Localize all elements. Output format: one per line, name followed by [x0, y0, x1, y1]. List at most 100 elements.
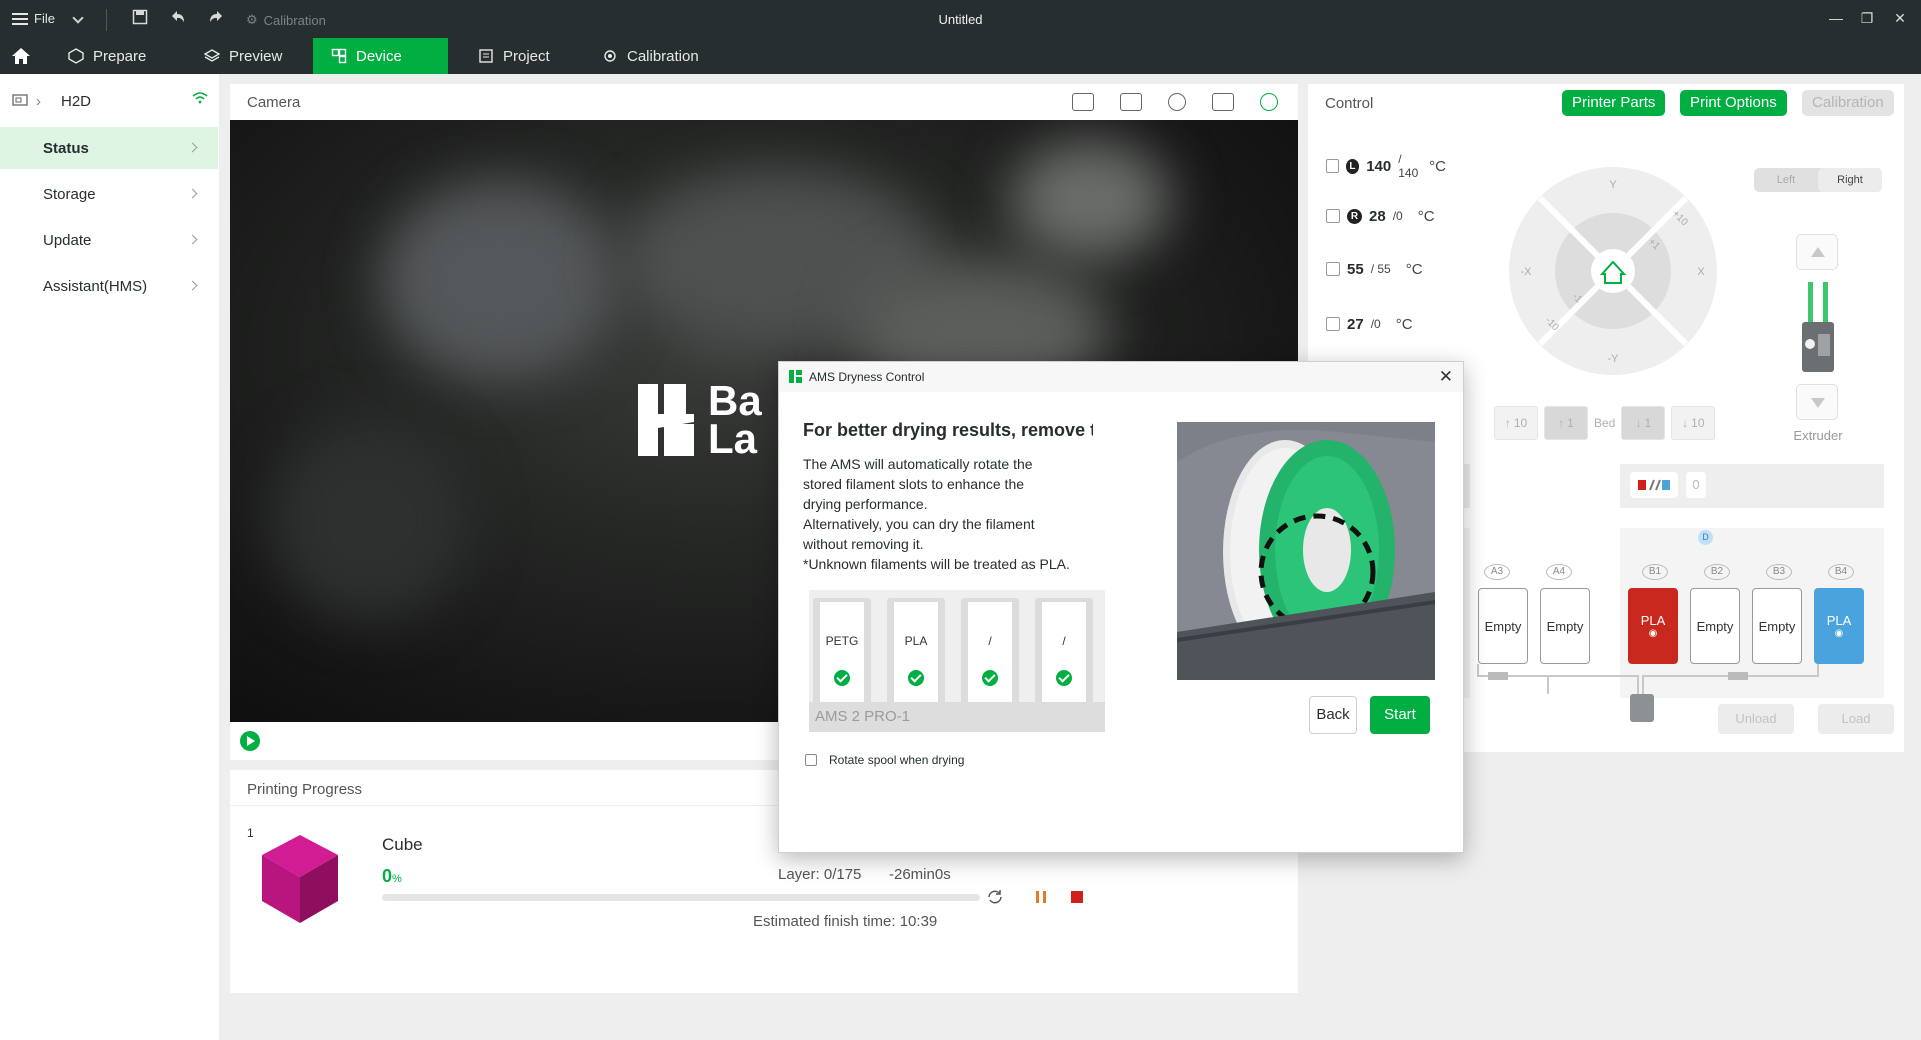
left-nozzle-temp[interactable]: L 140 / 140 °C	[1326, 152, 1446, 180]
nozzle-left-option[interactable]: Left	[1754, 168, 1818, 192]
camera-settings-icon[interactable]	[1260, 93, 1278, 111]
progress-percent: 0%	[382, 866, 402, 887]
extrude-up-button[interactable]	[1796, 234, 1838, 270]
refresh-icon[interactable]	[986, 888, 1004, 906]
tab-preview[interactable]: Preview	[186, 38, 300, 74]
tab-calibration[interactable]: Calibration	[584, 38, 717, 74]
play-icon[interactable]	[240, 731, 260, 751]
sidebar-item-assistant[interactable]: Assistant(HMS)	[0, 265, 218, 307]
titlebar-calibration-button[interactable]: ⚙ Calibration	[246, 12, 326, 28]
tab-device[interactable]: Device	[313, 38, 448, 74]
pause-icon[interactable]	[1032, 888, 1050, 906]
slot-label: Empty	[1758, 618, 1796, 634]
chevron-right-icon	[187, 188, 198, 199]
chevron-right-icon	[187, 280, 198, 291]
file-menu-label: File	[34, 11, 55, 26]
project-icon	[479, 49, 493, 63]
tray-slot-label: PLA	[904, 634, 928, 648]
home-icon[interactable]	[10, 45, 32, 67]
close-window-icon[interactable]: ✕	[1890, 10, 1910, 27]
close-icon[interactable]: ✕	[1439, 367, 1453, 387]
ams-name: AMS 2 PRO-1	[809, 702, 1105, 732]
ams-slot-a3[interactable]: Empty	[1478, 588, 1528, 664]
layer-count: Layer: 0/175	[778, 866, 862, 883]
sd-card-icon[interactable]	[1072, 93, 1094, 111]
print-options-button[interactable]: Print Options	[1680, 90, 1787, 116]
sidebar-item-status[interactable]: Status	[0, 127, 218, 169]
ams-external-spool-icon[interactable]	[1630, 472, 1678, 498]
bed-temp[interactable]: 55 / 55 °C	[1326, 257, 1423, 281]
rotate-spool-checkbox[interactable]	[805, 754, 817, 766]
nozzle-switch[interactable]: Left Right	[1754, 168, 1882, 192]
printer-icon	[12, 94, 28, 106]
bed-down-10-button[interactable]: ↓ 10	[1671, 406, 1716, 440]
ams-external-count[interactable]: 0	[1686, 472, 1706, 498]
dialog-body-line: The AMS will automatically rotate the	[803, 456, 1033, 472]
extrude-down-button[interactable]	[1796, 384, 1838, 420]
ams-slot-b3[interactable]: Empty	[1752, 588, 1802, 664]
restore-icon[interactable]: ❐	[1857, 10, 1877, 27]
temp-unit: °C	[1417, 207, 1435, 225]
sidebar-item-label: Assistant(HMS)	[43, 277, 148, 295]
chevron-down-icon[interactable]	[72, 12, 84, 24]
rotate-spool-option[interactable]: Rotate spool when drying	[805, 753, 964, 767]
timelapse-icon[interactable]	[1120, 93, 1142, 111]
bed-up-1-button[interactable]: ↑ 1	[1544, 406, 1588, 440]
title-bar: File ⚙ Calibration Untitled — ❐ ✕	[0, 0, 1921, 38]
percent-unit: %	[392, 873, 402, 885]
printer-parts-button[interactable]: Printer Parts	[1562, 90, 1666, 116]
cube-thumbnail	[262, 835, 338, 923]
dialog-body-line: stored filament slots to enhance the	[803, 476, 1025, 492]
minimize-icon[interactable]: —	[1826, 10, 1846, 26]
ams-tray-preview: PETG PLA / / AMS 2 PRO-1	[809, 590, 1105, 732]
webcam-icon[interactable]	[1168, 93, 1186, 111]
humidity-icon[interactable]: D	[1698, 530, 1713, 545]
ams-dryness-dialog: AMS Dryness Control ✕ For better drying …	[778, 361, 1464, 853]
bed-label: Bed	[1594, 416, 1616, 430]
bambu-logo-icon	[789, 370, 802, 383]
unload-button[interactable]: Unload	[1718, 704, 1794, 734]
menu-icon	[12, 12, 28, 25]
right-nozzle-temp[interactable]: R 28 /0 °C	[1326, 204, 1435, 228]
right-nozzle-target: /0	[1392, 209, 1403, 223]
record-video-icon[interactable]	[1212, 93, 1234, 111]
redo-icon[interactable]	[206, 9, 226, 29]
ams-slot-b2[interactable]: Empty	[1690, 588, 1740, 664]
ams-slot-a4[interactable]: Empty	[1540, 588, 1590, 664]
bed-down-1-button[interactable]: ↓ 1	[1621, 406, 1666, 440]
jog-y-neg[interactable]: -Y	[1608, 353, 1620, 365]
ams-slot-b1[interactable]: PLA ◉	[1628, 588, 1678, 664]
chamber-temp[interactable]: 27 /0 °C	[1326, 312, 1413, 336]
extruder-label: Extruder	[1793, 428, 1843, 443]
undo-icon[interactable]	[168, 9, 188, 29]
calibration-icon: ⚙	[246, 12, 258, 27]
save-icon[interactable]	[130, 9, 150, 29]
tab-project[interactable]: Project	[460, 38, 568, 74]
stop-icon[interactable]	[1068, 888, 1086, 906]
jog-y-pos[interactable]: Y	[1609, 179, 1617, 191]
back-button[interactable]: Back	[1309, 696, 1357, 734]
progress-title: Printing Progress	[247, 781, 363, 798]
tab-prepare[interactable]: Prepare	[50, 38, 164, 74]
sidebar-item-update[interactable]: Update	[0, 219, 218, 261]
xy-jog-control[interactable]: Y -Y X -X +10 +1 -1 -10	[1508, 166, 1718, 376]
dialog-body: The AMS will automatically rotate the st…	[803, 454, 1093, 574]
start-button[interactable]: Start	[1370, 696, 1430, 734]
device-selector[interactable]: › H2D	[12, 90, 208, 112]
left-nozzle-target: / 140	[1398, 152, 1419, 180]
jog-x-neg[interactable]: -X	[1521, 266, 1533, 278]
load-button[interactable]: Load	[1818, 704, 1894, 734]
nozzle-right-option[interactable]: Right	[1818, 168, 1882, 192]
eye-icon: ◉	[1834, 628, 1844, 639]
chevron-right-icon	[187, 142, 198, 153]
extruder-control: Left Right Extruder	[1754, 158, 1884, 443]
bed-current: 55	[1347, 260, 1364, 278]
jog-x-pos[interactable]: X	[1697, 266, 1705, 278]
file-menu-button[interactable]: File	[12, 11, 55, 26]
percent-value: 0	[382, 866, 393, 886]
calibration-button[interactable]: Calibration	[1802, 90, 1894, 116]
dialog-body-line: without removing it.	[803, 536, 924, 552]
ams-slot-b4[interactable]: PLA ◉	[1814, 588, 1864, 664]
sidebar-item-storage[interactable]: Storage	[0, 173, 218, 215]
bed-up-10-button[interactable]: ↑ 10	[1494, 406, 1538, 440]
